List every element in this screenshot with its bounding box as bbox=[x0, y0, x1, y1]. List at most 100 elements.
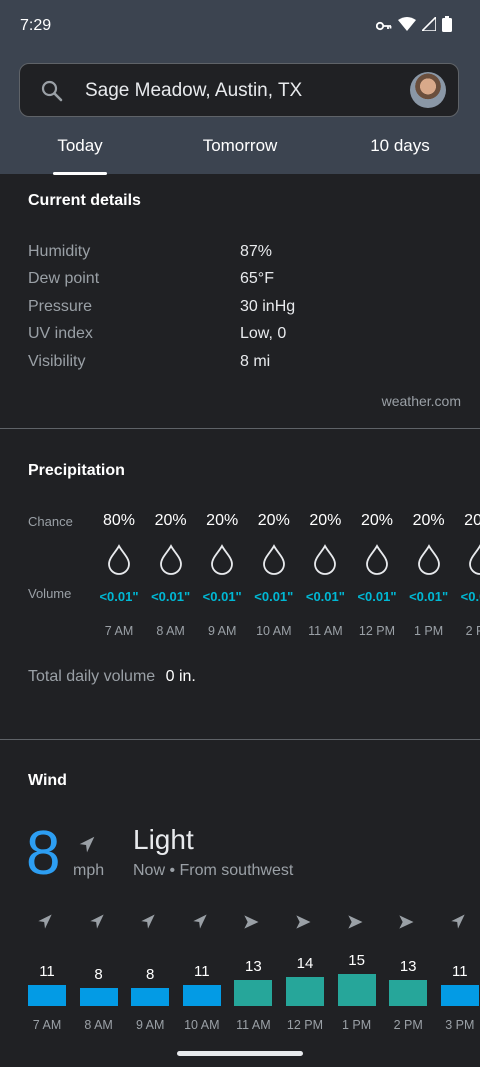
hour-label: 8 AM bbox=[156, 624, 185, 638]
raindrop-icon bbox=[158, 544, 184, 576]
day-tabs: Today Tomorrow 10 days bbox=[0, 126, 480, 175]
precipitation-hour: 20% <0.01" 11 AM bbox=[299, 512, 351, 638]
divider bbox=[0, 739, 480, 740]
wind-hour-label: 1 PM bbox=[342, 1018, 372, 1032]
vpn-key-icon bbox=[375, 18, 392, 36]
wind-description: Light bbox=[133, 824, 194, 855]
raindrop-icon bbox=[312, 544, 338, 576]
pressure-value: 30 inHg bbox=[240, 298, 296, 315]
tab-tomorrow[interactable]: Tomorrow bbox=[170, 136, 310, 156]
chance-label: Chance bbox=[28, 514, 73, 529]
uv-index-label: UV index bbox=[28, 325, 93, 342]
volume-label: Volume bbox=[28, 586, 72, 601]
wifi-icon bbox=[398, 17, 416, 36]
wind-unit: mph bbox=[73, 862, 105, 879]
hour-label: 10 AM bbox=[256, 624, 292, 638]
chance-value: 20% bbox=[464, 512, 480, 529]
wind-direction-icon bbox=[448, 912, 472, 936]
wind-speed-label: 8 bbox=[94, 966, 103, 983]
precipitation-hour: 20% <0.01" 1 PM bbox=[403, 512, 455, 638]
wind-speed-label: 15 bbox=[348, 952, 365, 970]
chance-value: 20% bbox=[412, 512, 445, 529]
volume-value: <0.01" bbox=[409, 589, 449, 604]
hour-label: 11 AM bbox=[308, 624, 343, 638]
current-details-title: Current details bbox=[28, 192, 141, 209]
uv-index-value: Low, 0 bbox=[240, 325, 287, 342]
wind-speed-bar bbox=[389, 979, 428, 1006]
pressure-label: Pressure bbox=[28, 298, 93, 315]
dew-point-value: 65°F bbox=[240, 270, 274, 287]
wind-direction-icon bbox=[35, 912, 59, 936]
wind-speed-bar bbox=[28, 984, 66, 1006]
volume-value: <0.01" bbox=[202, 589, 242, 604]
total-daily-volume: Total daily volume 0 in. bbox=[28, 668, 196, 686]
wind-speed-bar bbox=[182, 984, 221, 1006]
battery-icon bbox=[442, 16, 452, 37]
home-gesture-bar[interactable] bbox=[177, 1051, 303, 1056]
tab-10-days[interactable]: 10 days bbox=[330, 136, 470, 156]
wind-speed-label: 13 bbox=[245, 957, 262, 975]
volume-value: <0.01" bbox=[460, 589, 480, 604]
chance-value: 20% bbox=[206, 512, 239, 529]
chance-value: 20% bbox=[309, 512, 342, 529]
wind-subtitle: Now • From southwest bbox=[133, 862, 294, 879]
wind-direction-icon bbox=[396, 912, 420, 936]
visibility-value: 8 mi bbox=[240, 353, 271, 370]
status-bar: 7:29 bbox=[0, 0, 480, 52]
wind-speed-label: 14 bbox=[296, 955, 314, 972]
volume-value: <0.01" bbox=[99, 589, 139, 604]
humidity-label: Humidity bbox=[28, 243, 91, 260]
wind-speed-bar bbox=[440, 984, 479, 1006]
wind-direction-icon bbox=[138, 912, 162, 936]
dew-point-label: Dew point bbox=[28, 270, 100, 287]
humidity-value: 87% bbox=[240, 243, 273, 260]
hour-label: 2 PM bbox=[465, 624, 480, 638]
raindrop-icon bbox=[261, 544, 287, 576]
location-search-box[interactable]: Sage Meadow, Austin, TX bbox=[19, 63, 459, 117]
chance-value: 20% bbox=[360, 512, 394, 529]
location-text[interactable]: Sage Meadow, Austin, TX bbox=[85, 80, 302, 102]
raindrop-icon bbox=[364, 544, 390, 576]
wind-hour-label: 11 AM bbox=[236, 1018, 271, 1032]
wind-speed-label: 11 bbox=[194, 962, 210, 980]
wind-direction-icon bbox=[190, 912, 214, 936]
precipitation-hour: 80% <0.01" 7 AM bbox=[93, 512, 145, 638]
wind-speed-bar bbox=[131, 988, 170, 1006]
wind-speed: 8 bbox=[26, 819, 61, 888]
volume-value: <0.01" bbox=[254, 589, 294, 604]
wind-hour-label: 10 AM bbox=[184, 1018, 220, 1032]
hour-label: 7 AM bbox=[104, 624, 134, 638]
wind-hour-label: 9 AM bbox=[135, 1018, 165, 1032]
wind-speed-label: 8 bbox=[146, 966, 155, 983]
wind-speed-label: 11 bbox=[452, 962, 468, 980]
search-icon[interactable] bbox=[40, 79, 64, 108]
status-time: 7:29 bbox=[20, 17, 52, 34]
visibility-label: Visibility bbox=[28, 353, 86, 370]
volume-value: <0.01" bbox=[151, 589, 191, 604]
wind-title: Wind bbox=[28, 772, 67, 789]
wind-speed-label: 13 bbox=[399, 957, 417, 975]
wind-hour-label: 12 PM bbox=[286, 1018, 324, 1032]
precipitation-hour: 20% <0.01" 2 PM bbox=[454, 512, 480, 638]
tab-today[interactable]: Today bbox=[10, 136, 150, 175]
wind-speed-bar bbox=[337, 974, 376, 1006]
wind-speed-bar bbox=[286, 977, 324, 1006]
total-daily-volume-value: 0 in. bbox=[165, 668, 196, 685]
app-header: 7:29 Sage Meadow, Austin, TX Today Tomor… bbox=[0, 0, 480, 175]
divider bbox=[0, 428, 480, 429]
wind-direction-arrow-icon bbox=[76, 834, 98, 861]
hour-label: 9 AM bbox=[207, 624, 237, 638]
precipitation-hour: 20% <0.01" 12 PM bbox=[351, 512, 403, 638]
signal-icon bbox=[420, 15, 437, 36]
precipitation-hour: 20% <0.01" 9 AM bbox=[196, 512, 248, 638]
wind-direction-icon bbox=[87, 912, 111, 936]
wind-direction-icon bbox=[293, 912, 317, 936]
avatar[interactable] bbox=[410, 72, 446, 108]
source-link[interactable]: weather.com bbox=[382, 393, 461, 409]
volume-value: <0.01" bbox=[357, 589, 397, 604]
wind-hour-label: 8 AM bbox=[84, 1018, 113, 1032]
hour-label: 12 PM bbox=[358, 624, 396, 638]
wind-hour-label: 2 PM bbox=[393, 1018, 423, 1032]
wind-speed-label: 11 bbox=[39, 962, 55, 980]
wind-speed-bar bbox=[234, 979, 273, 1006]
